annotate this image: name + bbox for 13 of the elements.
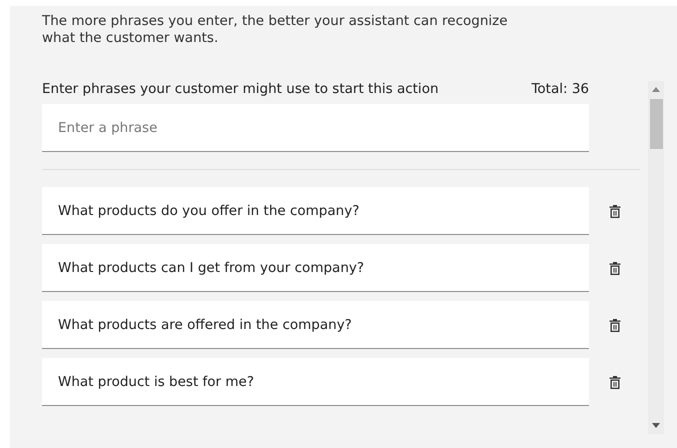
- phrase-input-field[interactable]: Enter a phrase: [42, 104, 589, 152]
- trash-icon[interactable]: [608, 204, 620, 218]
- description-text: The more phrases you enter, the better your assistant can recognize what the customer wants.: [42, 13, 509, 47]
- scrollbar[interactable]: [648, 81, 664, 434]
- trash-icon[interactable]: [608, 261, 620, 275]
- total-count: Total: 36: [531, 81, 589, 98]
- phrase-item[interactable]: What product is best for me?: [42, 358, 589, 406]
- phrases-label: Enter phrases your customer might use to start this action: [42, 81, 439, 98]
- phrase-item[interactable]: What products do you offer in the company?: [42, 187, 589, 235]
- trash-icon[interactable]: [608, 375, 620, 389]
- trash-icon[interactable]: [608, 318, 620, 332]
- phrase-item[interactable]: What products can I get from your company?: [42, 244, 589, 292]
- phrase-item[interactable]: What products are offered in the company?: [42, 301, 589, 349]
